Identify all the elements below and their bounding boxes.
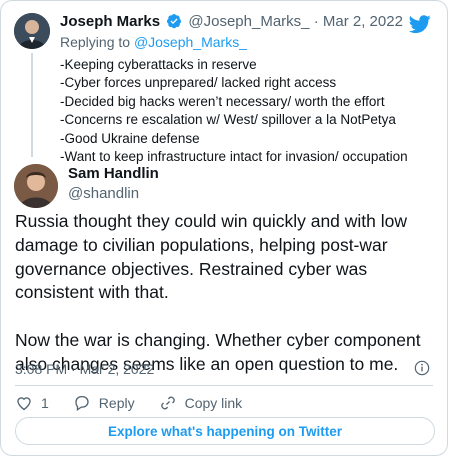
reply-label: Reply [98,395,135,411]
explore-label: Explore what's happening on Twitter [108,423,342,439]
reply-button[interactable]: Reply [73,394,135,412]
tweet-text-line: -Keeping cyberattacks in reserve [60,57,257,72]
avatar[interactable] [14,13,50,49]
replying-prefix: Replying to [60,34,131,50]
author-name[interactable]: Joseph Marks [60,13,160,30]
like-count: 1 [41,395,49,411]
tweet-timestamp[interactable]: 3:08 PM · Mar 2, 2022 [15,361,154,377]
parent-tweet-header: Joseph Marks @Joseph_Marks_ · Mar 2, 202… [60,13,403,30]
parent-tweet-text: -Keeping cyberattacks in reserve -Cyber … [60,56,408,166]
copy-link-button[interactable]: Copy link [159,394,243,412]
tweet-text-line: -Decided big hacks weren’t necessary/ wo… [60,93,385,109]
tweet-paragraph: Russia thought they could win quickly an… [15,211,408,303]
author-handle[interactable]: @shandlin [68,185,139,202]
author-handle[interactable]: @Joseph_Marks_ [188,13,309,30]
replying-handle-link[interactable]: @Joseph_Marks_ [134,34,247,50]
thread-connector-line [31,53,33,157]
separator-dot: · [313,13,319,30]
tweet-text-line: -Good Ukraine defense [60,130,200,146]
author-name[interactable]: Sam Handlin [68,165,159,182]
copy-link-label: Copy link [184,395,243,411]
like-button[interactable]: 1 [15,394,49,412]
main-tweet-text: Russia thought they could win quickly an… [15,210,440,377]
replying-to-line: Replying to @Joseph_Marks_ [60,34,247,50]
tweet-text-line: -Want to keep infrastructure intact for … [60,149,408,165]
reply-icon [75,395,89,412]
link-icon [160,396,175,410]
tweet-text-line: -Concerns re escalation w/ West/ spillov… [60,112,396,128]
tweet-text-line: -Cyber forces unprepared/ lacked right a… [60,75,337,91]
info-icon[interactable] [414,360,430,376]
explore-twitter-button[interactable]: Explore what's happening on Twitter [15,417,435,445]
twitter-logo-icon[interactable] [409,13,431,35]
avatar-person-icon [14,13,50,49]
verified-badge-icon [167,14,182,29]
avatar[interactable] [14,164,58,208]
heart-icon [17,397,31,411]
tweet-embed-card: Joseph Marks @Joseph_Marks_ · Mar 2, 202… [0,0,448,456]
avatar-person-icon [14,164,58,208]
divider [15,385,433,386]
tweet-date[interactable]: Mar 2, 2022 [323,13,403,30]
action-bar: 1 Reply Copy link [15,393,266,413]
